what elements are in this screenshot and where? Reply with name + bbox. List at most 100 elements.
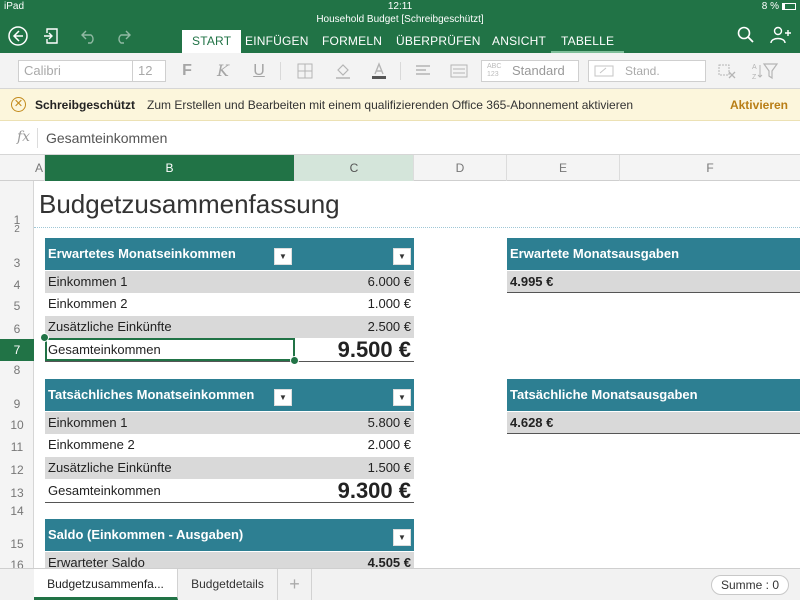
font-size-box[interactable]: 12 <box>132 60 166 82</box>
row-value: 5.800 € <box>367 415 411 430</box>
row-label: Einkommen 1 <box>48 415 128 430</box>
ios-status-bar: iPad 12:11 8 % <box>0 0 800 14</box>
column-header-c[interactable]: C <box>295 155 414 181</box>
undo-icon[interactable] <box>80 27 98 48</box>
row-header-9[interactable]: 9 <box>0 395 34 413</box>
tab-tabelle[interactable]: TABELLE <box>551 30 625 53</box>
number-format-icon: ABC 123 <box>487 63 502 78</box>
align-icon[interactable] <box>412 60 434 82</box>
table-header-actual-expenses[interactable]: Tatsächliche Monatsausgaben <box>507 379 800 411</box>
borders-icon[interactable] <box>294 60 316 82</box>
selection-handle[interactable] <box>40 333 49 342</box>
battery-indicator: 8 % <box>762 1 796 12</box>
table-row[interactable]: Einkommen 1 5.800 € <box>45 412 414 434</box>
row-header-13[interactable]: 13 <box>0 484 34 502</box>
table-row[interactable]: 4.995 € <box>507 271 800 293</box>
column-header-f[interactable]: F <box>620 155 800 181</box>
svg-text:A: A <box>752 64 757 71</box>
column-headers: A B C D E F <box>0 155 800 181</box>
column-header-d[interactable]: D <box>414 155 507 181</box>
column-header-a[interactable]: A <box>34 155 45 181</box>
column-header-b[interactable]: B <box>45 155 295 181</box>
number-format-box[interactable]: ABC 123 Standard <box>481 60 579 82</box>
filter-dropdown-icon[interactable]: ▼ <box>274 389 292 406</box>
redo-icon[interactable] <box>114 27 132 48</box>
selection-handle[interactable] <box>290 356 299 365</box>
cell-style-icon <box>594 64 616 84</box>
row-header-6[interactable]: 6 <box>0 320 34 338</box>
search-icon[interactable] <box>737 26 755 47</box>
row-header-5[interactable]: 5 <box>0 297 34 315</box>
row-header-14[interactable]: 14 <box>0 503 34 519</box>
activate-button[interactable]: Aktivieren <box>730 98 788 112</box>
sheet-tab-bar: Budgetzusammenfa... Budgetdetails + Summ… <box>0 568 800 600</box>
row-header-12[interactable]: 12 <box>0 461 34 479</box>
table-row[interactable]: Einkommen 2 1.000 € <box>45 293 414 315</box>
sum-indicator[interactable]: Summe : 0 <box>710 575 789 595</box>
table-header-actual-income[interactable]: Tatsächliches Monatseinkommen ▼ ▼ <box>45 379 414 411</box>
add-sheet-button[interactable]: + <box>278 569 312 600</box>
tab-ueberpruefen[interactable]: ÜBERPRÜFEN <box>386 30 491 53</box>
cell-style-box[interactable]: Stand. <box>588 60 706 82</box>
back-icon[interactable] <box>8 26 28 49</box>
sort-filter-icon[interactable]: AZ <box>750 60 780 82</box>
filter-dropdown-icon[interactable]: ▼ <box>393 389 411 406</box>
row-header-10[interactable]: 10 <box>0 416 34 434</box>
column-header-e[interactable]: E <box>507 155 620 181</box>
table-header-expected-income[interactable]: Erwartetes Monatseinkommen ▼ ▼ <box>45 238 414 270</box>
filter-dropdown-icon[interactable]: ▼ <box>393 529 411 546</box>
read-only-banner: ✕ Schreibgeschützt Zum Erstellen und Bea… <box>0 89 800 121</box>
tab-start[interactable]: START <box>182 30 242 53</box>
sheet-title[interactable]: Budgetzusammenfassung <box>39 189 340 220</box>
table-row[interactable]: Zusätzliche Einkünfte 1.500 € <box>45 457 414 479</box>
row-label: Erwarteter Saldo <box>48 555 145 568</box>
row-header-2[interactable]: 2 <box>0 224 34 236</box>
row-header-7[interactable]: 7 <box>0 339 34 361</box>
underline-button[interactable]: U <box>250 60 268 82</box>
table-header-label: Tatsächliches Monatseinkommen <box>48 387 255 402</box>
table-row[interactable]: Einkommen 1 6.000 € <box>45 271 414 293</box>
filter-dropdown-icon[interactable]: ▼ <box>274 248 292 265</box>
tab-einfuegen[interactable]: EINFÜGEN <box>235 30 319 53</box>
clear-format-icon[interactable] <box>716 60 738 82</box>
fx-icon: fx <box>17 129 31 145</box>
sheet-tab-budgetdetails[interactable]: Budgetdetails <box>178 569 278 600</box>
font-name-box[interactable]: Calibri <box>18 60 133 82</box>
banner-title: Schreibgeschützt <box>35 98 136 112</box>
svg-text:Z: Z <box>752 74 757 81</box>
formula-input[interactable]: Gesamteinkommen <box>46 130 167 146</box>
selected-cell[interactable] <box>45 338 295 361</box>
title-underline <box>34 227 800 228</box>
table-row[interactable]: Einkommene 2 2.000 € <box>45 434 414 456</box>
row-value: 2.000 € <box>367 437 411 452</box>
table-row[interactable]: Zusätzliche Einkünfte 2.500 € <box>45 316 414 338</box>
add-person-icon[interactable] <box>770 26 792 47</box>
row-header-8[interactable]: 8 <box>0 362 34 378</box>
font-color-icon[interactable] <box>368 60 390 82</box>
ribbon-toolbar: Calibri 12 F K U ABC 123 Standard Stand.… <box>0 53 800 89</box>
fill-color-icon[interactable] <box>332 60 354 82</box>
total-value: 9.500 € <box>337 337 411 362</box>
table-header-expected-expenses[interactable]: Erwartete Monatsausgaben <box>507 238 800 270</box>
italic-button[interactable]: K <box>214 60 232 82</box>
tab-ansicht[interactable]: ANSICHT <box>482 30 556 53</box>
table-total-row[interactable]: Gesamteinkommen 9.300 € <box>45 480 414 503</box>
table-row[interactable]: Erwarteter Saldo 4.505 € <box>45 552 414 568</box>
sheet-tab-budgetzusammenfassung[interactable]: Budgetzusammenfa... <box>34 569 178 600</box>
formula-bar: fx Gesamteinkommen <box>0 121 800 155</box>
share-file-icon[interactable] <box>43 27 61 48</box>
filter-dropdown-icon[interactable]: ▼ <box>393 248 411 265</box>
wrap-text-icon[interactable] <box>448 60 470 82</box>
close-circle-icon[interactable]: ✕ <box>11 97 26 112</box>
row-header-3[interactable]: 3 <box>0 254 34 272</box>
row-label: Zusätzliche Einkünfte <box>48 460 172 475</box>
toolbar-divider <box>280 62 281 80</box>
row-header-4[interactable]: 4 <box>0 276 34 294</box>
table-header-balance[interactable]: Saldo (Einkommen - Ausgaben) ▼ <box>45 519 414 551</box>
row-header-11[interactable]: 11 <box>0 438 34 456</box>
bold-button[interactable]: F <box>178 60 196 82</box>
tab-formeln[interactable]: FORMELN <box>312 30 392 53</box>
table-header-label: Erwartetes Monatseinkommen <box>48 246 236 261</box>
table-row[interactable]: 4.628 € <box>507 412 800 434</box>
row-header-15[interactable]: 15 <box>0 535 34 553</box>
